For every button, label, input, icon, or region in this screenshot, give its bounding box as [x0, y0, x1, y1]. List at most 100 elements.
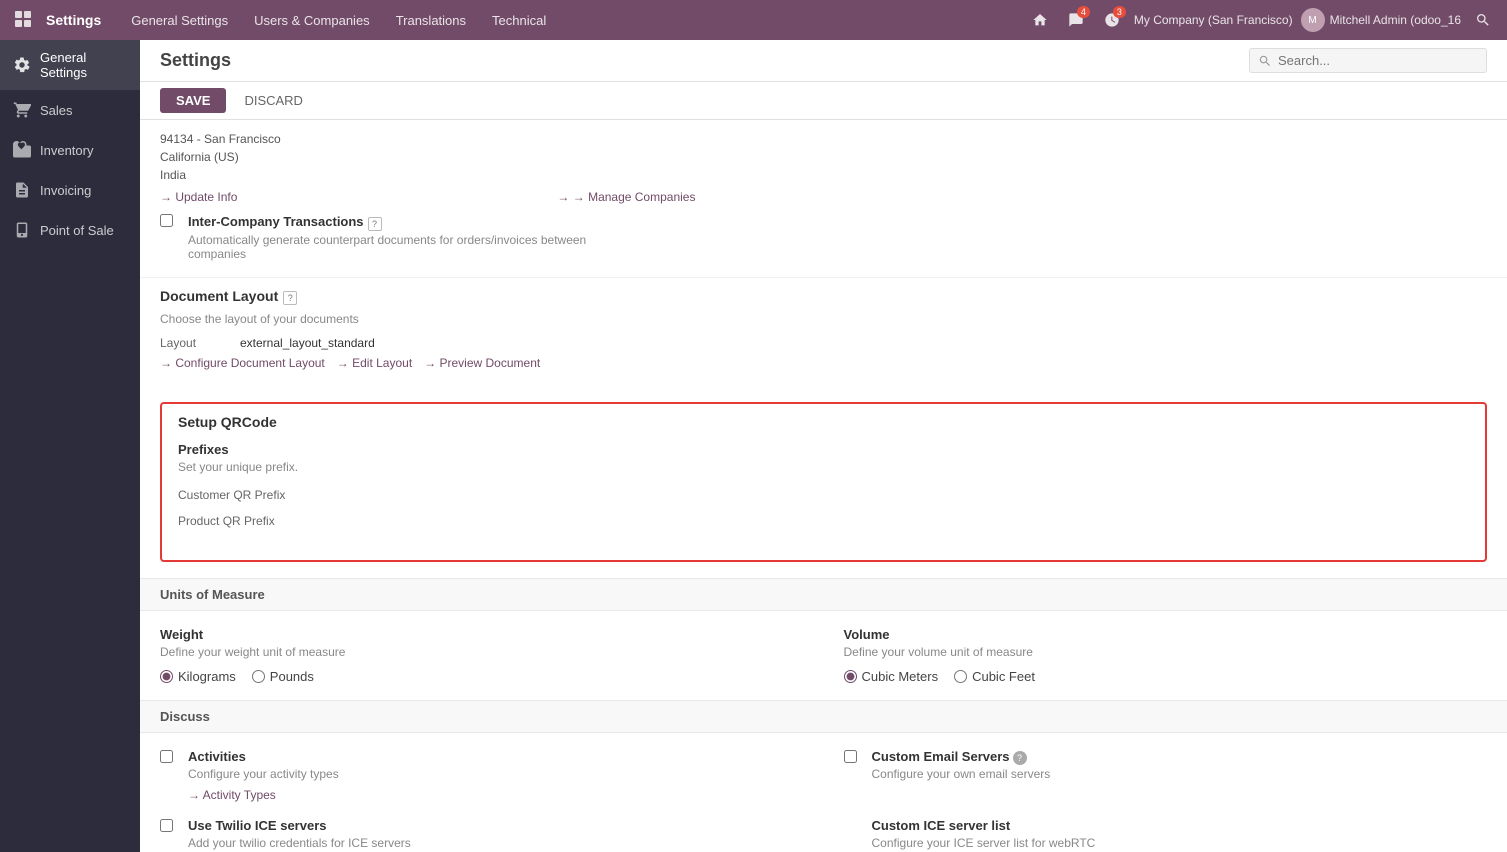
twilio-checkbox[interactable] [160, 819, 173, 832]
topbar-right: 4 3 My Company (San Francisco) M Mitchel… [1026, 6, 1497, 34]
prefixes-title: Prefixes [178, 442, 1469, 457]
inter-company-help[interactable]: ? [368, 217, 382, 231]
sidebar-item-general-settings[interactable]: General Settings [0, 40, 140, 90]
sidebar-item-pos[interactable]: Point of Sale [0, 210, 140, 250]
custom-email-text: Custom Email Servers ? Configure your ow… [872, 749, 1051, 787]
clock-badge: 3 [1113, 6, 1126, 18]
discuss-row-1: Activities Configure your activity types… [160, 749, 1487, 802]
update-info-link[interactable]: Update Info [160, 190, 237, 204]
topbar-menu: General Settings Users & Companies Trans… [119, 7, 1018, 34]
qrcode-content: Prefixes Set your unique prefix. Custome… [162, 430, 1485, 560]
inter-company-checkbox[interactable] [160, 214, 173, 227]
units-section: Weight Define your weight unit of measur… [140, 611, 1507, 700]
kilograms-radio[interactable] [160, 670, 173, 683]
sidebar-label-pos: Point of Sale [40, 223, 114, 238]
action-bar: SAVE DISCARD [140, 82, 1507, 120]
activities-text: Activities Configure your activity types… [188, 749, 339, 802]
activities-checkbox-container [160, 749, 180, 766]
weight-title: Weight [160, 627, 804, 642]
doc-layout-desc: Choose the layout of your documents [160, 312, 1487, 326]
configure-layout-link[interactable]: Configure Document Layout [160, 356, 325, 370]
pounds-option[interactable]: Pounds [252, 669, 314, 684]
twilio-row: Use Twilio ICE servers Add your twilio c… [160, 818, 804, 852]
cubic-meters-radio[interactable] [844, 670, 857, 683]
layout-field-row: Layout external_layout_standard [160, 336, 1487, 350]
chat-icon[interactable]: 4 [1062, 6, 1090, 34]
sidebar-label-inventory: Inventory [40, 143, 93, 158]
custom-email-help-icon[interactable]: ? [1013, 751, 1027, 765]
invoicing-icon [12, 180, 32, 200]
activities-title: Activities [188, 749, 339, 764]
doc-layout-title: Document Layout [160, 288, 278, 304]
header-bar: Settings [140, 40, 1507, 82]
activity-types-link[interactable]: Activity Types [188, 788, 276, 802]
document-layout-section: Document Layout ? Choose the layout of y… [140, 277, 1507, 386]
page-title: Settings [160, 50, 1237, 71]
qrcode-title: Setup QRCode [178, 414, 1469, 430]
volume-col: Volume Define your volume unit of measur… [844, 627, 1488, 684]
activities-checkbox-row: Activities Configure your activity types… [160, 749, 804, 802]
address-line1: 94134 - San Francisco [160, 130, 1487, 148]
menu-translations[interactable]: Translations [384, 7, 478, 34]
pounds-radio[interactable] [252, 670, 265, 683]
units-section-title: Units of Measure [160, 587, 265, 602]
search-input[interactable] [1278, 53, 1478, 68]
custom-email-checkbox[interactable] [844, 750, 857, 763]
activities-checkbox[interactable] [160, 750, 173, 763]
chat-badge: 4 [1077, 6, 1090, 18]
custom-email-desc: Configure your own email servers [872, 767, 1051, 781]
volume-title: Volume [844, 627, 1488, 642]
topbar: Settings General Settings Users & Compan… [0, 0, 1507, 40]
save-button[interactable]: SAVE [160, 88, 226, 113]
grid-icon[interactable] [10, 6, 38, 34]
user-menu[interactable]: M Mitchell Admin (odoo_16 [1301, 8, 1461, 32]
menu-users-companies[interactable]: Users & Companies [242, 7, 382, 34]
activities-desc: Configure your activity types [188, 767, 339, 781]
weight-desc: Define your weight unit of measure [160, 645, 804, 659]
main-layout: General Settings Sales Inventory Invoici… [0, 40, 1507, 852]
custom-email-col: Custom Email Servers ? Configure your ow… [844, 749, 1488, 787]
custom-email-title: Custom Email Servers [872, 749, 1010, 764]
activities-col: Activities Configure your activity types… [160, 749, 804, 802]
inter-company-desc: Automatically generate counterpart docum… [188, 233, 588, 261]
cubic-meters-option[interactable]: Cubic Meters [844, 669, 939, 684]
kilograms-label: Kilograms [178, 669, 236, 684]
sidebar: General Settings Sales Inventory Invoici… [0, 40, 140, 852]
sales-icon [12, 100, 32, 120]
manage-companies-link[interactable]: → Manage Companies [557, 190, 695, 204]
inventory-icon [12, 140, 32, 160]
discuss-row-2: Use Twilio ICE servers Add your twilio c… [160, 818, 1487, 852]
search-icon [1258, 54, 1272, 68]
volume-desc: Define your volume unit of measure [844, 645, 1488, 659]
discuss-section-title: Discuss [160, 709, 210, 724]
sidebar-item-invoicing[interactable]: Invoicing [0, 170, 140, 210]
doc-layout-links: Configure Document Layout Edit Layout Pr… [160, 356, 1487, 370]
twilio-title: Use Twilio ICE servers [188, 818, 411, 833]
custom-ice-title: Custom ICE server list [872, 818, 1488, 833]
sidebar-item-sales[interactable]: Sales [0, 90, 140, 130]
clock-icon[interactable]: 3 [1098, 6, 1126, 34]
address-line2: California (US) [160, 148, 1487, 166]
menu-general-settings[interactable]: General Settings [119, 7, 240, 34]
units-section-header: Units of Measure [140, 578, 1507, 611]
search-topbar-icon[interactable] [1469, 6, 1497, 34]
doc-layout-help-icon[interactable]: ? [283, 291, 297, 305]
discard-button[interactable]: DISCARD [234, 88, 313, 113]
customer-qr-label: Customer QR Prefix [178, 488, 1469, 502]
settings-content: 94134 - San Francisco California (US) In… [140, 120, 1507, 852]
cubic-meters-label: Cubic Meters [862, 669, 939, 684]
sidebar-item-inventory[interactable]: Inventory [0, 130, 140, 170]
scroll-container: 94134 - San Francisco California (US) In… [140, 120, 1507, 852]
home-icon[interactable] [1026, 6, 1054, 34]
layout-field-label: Layout [160, 336, 240, 350]
layout-field-value: external_layout_standard [240, 336, 375, 350]
qrcode-header: Setup QRCode [162, 404, 1485, 430]
cubic-feet-radio[interactable] [954, 670, 967, 683]
edit-layout-link[interactable]: Edit Layout [337, 356, 412, 370]
preview-document-link[interactable]: Preview Document [424, 356, 540, 370]
company-name[interactable]: My Company (San Francisco) [1134, 13, 1293, 27]
cubic-feet-option[interactable]: Cubic Feet [954, 669, 1035, 684]
kilograms-option[interactable]: Kilograms [160, 669, 236, 684]
menu-technical[interactable]: Technical [480, 7, 558, 34]
discuss-section: Activities Configure your activity types… [140, 733, 1507, 852]
